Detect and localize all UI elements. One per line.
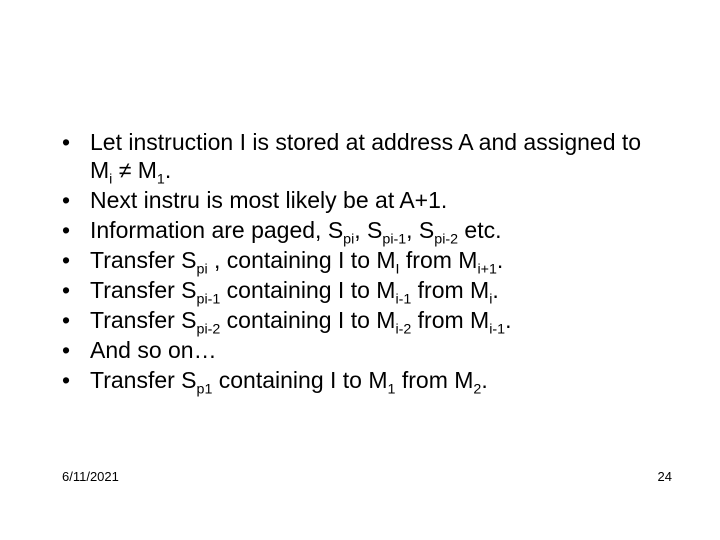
list-item: Transfer Sp1 containing I to M1 from M2. [62,366,662,394]
list-item: Transfer Spi-2 containing I to Mi-2 from… [62,306,662,334]
list-item: Let instruction I is stored at address A… [62,128,662,184]
list-item: Transfer Spi-1 containing I to Mi-1 from… [62,276,662,304]
bullet-list: Let instruction I is stored at address A… [62,128,662,396]
footer-page-number: 24 [658,469,672,484]
list-item: Transfer Spi , containing I to MI from M… [62,246,662,274]
footer-date: 6/11/2021 [62,469,119,484]
list-item: Next instru is most likely be at A+1. [62,186,662,214]
list-item: Information are paged, Spi, Spi-1, Spi-2… [62,216,662,244]
list-item: And so on… [62,336,662,364]
slide: Let instruction I is stored at address A… [0,0,720,540]
